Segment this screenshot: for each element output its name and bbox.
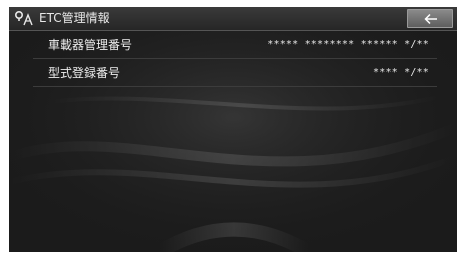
model-registration-number-value: **** */**: [373, 67, 429, 78]
etc-info-screen: ETC管理情報 車載器管理番号 ***** ******** ****** */…: [9, 7, 457, 252]
back-arrow-icon: [424, 13, 437, 25]
device-management-number-value: ***** ******** ****** */**: [267, 39, 429, 50]
list-item-model-number: 型式登録番号 **** */**: [33, 60, 437, 87]
title-bar: ETC管理情報: [9, 7, 457, 31]
model-registration-number-label: 型式登録番号: [48, 66, 121, 80]
device-management-number-label: 車載器管理番号: [48, 38, 133, 52]
page-title: ETC管理情報: [39, 11, 110, 25]
back-button[interactable]: [407, 9, 453, 28]
list-item-device-number: 車載器管理番号 ***** ******** ****** */**: [33, 32, 437, 59]
etc-card-icon: [14, 10, 33, 26]
